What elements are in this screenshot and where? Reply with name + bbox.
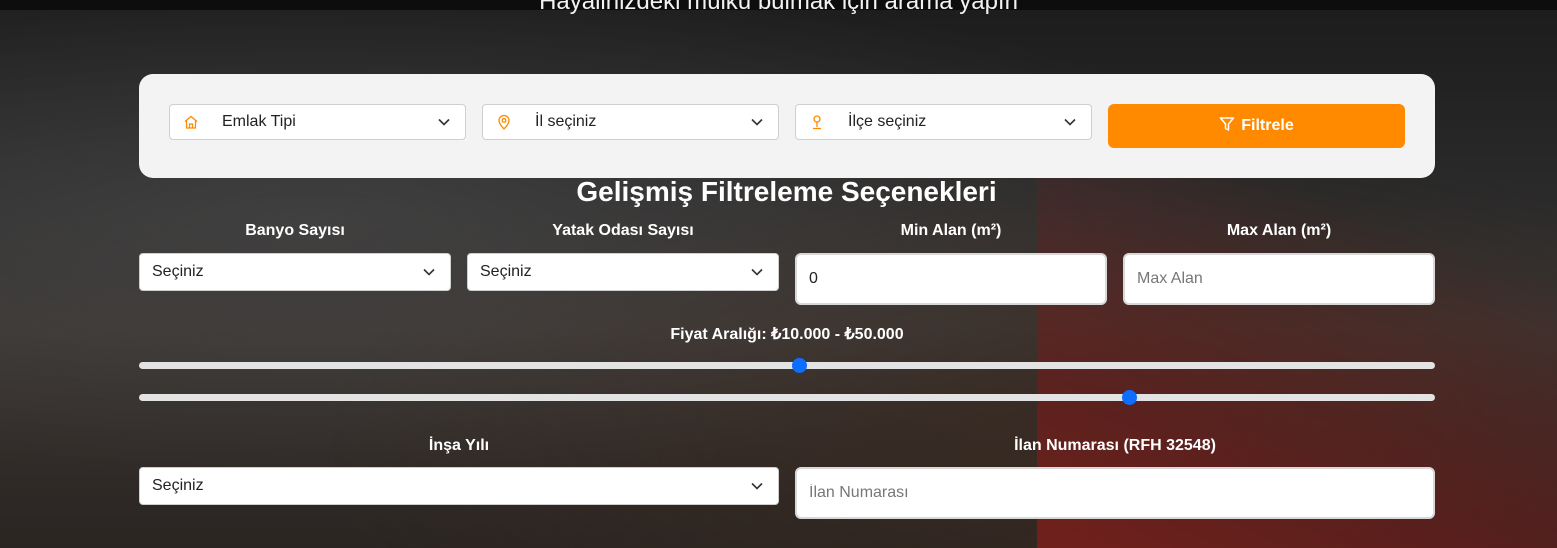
map-pin-icon: [495, 113, 513, 131]
chevron-down-icon: [422, 265, 436, 279]
build-year-select[interactable]: Seçiniz: [139, 467, 779, 505]
chevron-down-icon: [1063, 115, 1077, 129]
filter-button-label: Filtrele: [1241, 117, 1294, 134]
property-type-value: Emlak Tipi: [222, 113, 296, 130]
district-value: İlçe seçiniz: [848, 113, 927, 130]
build-year-value: Seçiniz: [152, 477, 204, 494]
district-select[interactable]: İlçe seçiniz: [795, 104, 1092, 140]
price-min-slider[interactable]: [139, 358, 1435, 373]
home-icon: [182, 113, 200, 131]
hero-subtitle: Hayalinizdeki mülkü bulmak için arama ya…: [539, 0, 1018, 15]
property-type-select[interactable]: Emlak Tipi: [169, 104, 466, 140]
price-min-handle[interactable]: [792, 358, 808, 373]
province-select[interactable]: İl seçiniz: [482, 104, 779, 140]
price-range-label: Fiyat Aralığı: ₺10.000 - ₺50.000: [670, 326, 904, 343]
max-area-label: Max Alan (m²): [1226, 222, 1332, 239]
price-max-slider[interactable]: [139, 390, 1435, 405]
advanced-filter-title: Gelişmiş Filtreleme Seçenekleri: [576, 176, 997, 207]
max-area-input[interactable]: [1123, 253, 1435, 305]
chevron-down-icon: [750, 479, 764, 493]
price-max-handle[interactable]: [1121, 390, 1137, 405]
search-card: Emlak Tipi İl seçiniz İlçe seçiniz Filtr…: [139, 74, 1435, 178]
bedroom-select[interactable]: Seçiniz: [467, 253, 779, 291]
funnel-icon: [1219, 116, 1235, 137]
chevron-down-icon: [750, 265, 764, 279]
listing-number-label: İlan Numarası (RFH 32548): [1014, 437, 1216, 454]
chevron-down-icon: [437, 115, 451, 129]
min-area-label: Min Alan (m²): [900, 222, 1002, 239]
bathroom-value: Seçiniz: [152, 263, 204, 280]
province-value: İl seçiniz: [535, 113, 597, 130]
listing-number-input[interactable]: [795, 467, 1435, 519]
bedroom-label: Yatak Odası Sayısı: [552, 222, 694, 239]
min-area-input[interactable]: [795, 253, 1107, 305]
build-year-label: İnşa Yılı: [428, 437, 490, 454]
filter-button[interactable]: Filtrele: [1108, 104, 1405, 148]
bedroom-value: Seçiniz: [480, 263, 532, 280]
bathroom-select[interactable]: Seçiniz: [139, 253, 451, 291]
bathroom-label: Banyo Sayısı: [245, 222, 345, 239]
chevron-down-icon: [750, 115, 764, 129]
location-pin-icon: [808, 113, 826, 131]
